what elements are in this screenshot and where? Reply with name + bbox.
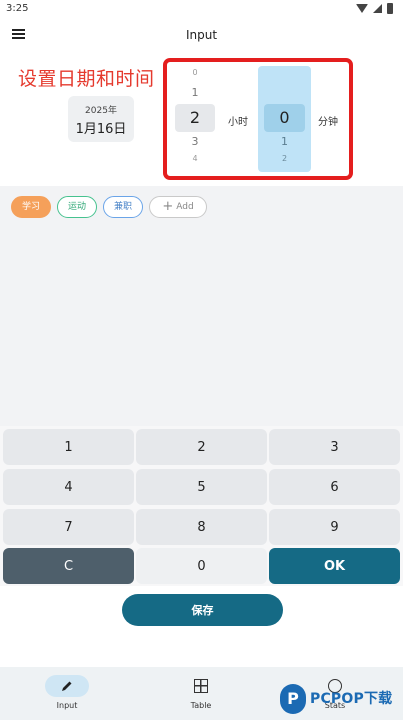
status-icons bbox=[356, 3, 393, 14]
table-grid-icon bbox=[194, 679, 208, 693]
tag-part-time[interactable]: 兼职 bbox=[103, 196, 143, 218]
key-3[interactable]: 3 bbox=[269, 429, 400, 465]
tag-sport[interactable]: 运动 bbox=[57, 196, 97, 218]
tags-area: 学习 运动 兼职 + Add bbox=[0, 186, 403, 426]
add-tag-label: Add bbox=[176, 202, 194, 212]
number-keypad: 1 2 3 4 5 6 7 8 9 C 0 OK bbox=[0, 426, 403, 586]
add-tag-button[interactable]: + Add bbox=[149, 196, 207, 218]
watermark-text: PCPOP下载 bbox=[310, 691, 393, 707]
key-4[interactable]: 4 bbox=[3, 469, 134, 505]
nav-label-table: Table bbox=[190, 701, 212, 710]
clear-button[interactable]: C bbox=[3, 548, 134, 584]
save-button[interactable]: 保存 bbox=[122, 594, 283, 626]
key-7[interactable]: 7 bbox=[3, 509, 134, 545]
battery-icon bbox=[387, 3, 393, 14]
plus-icon: + bbox=[162, 199, 174, 214]
tag-study[interactable]: 学习 bbox=[11, 196, 51, 218]
status-time: 3:25 bbox=[6, 3, 29, 14]
wifi-icon bbox=[356, 4, 368, 13]
nav-label-input: Input bbox=[56, 701, 78, 710]
pencil-icon bbox=[62, 681, 72, 691]
watermark-badge: P bbox=[280, 684, 306, 714]
status-bar: 3:25 bbox=[0, 0, 403, 18]
key-0[interactable]: 0 bbox=[136, 548, 267, 584]
watermark-logo: P PCPOP下载 bbox=[280, 684, 402, 718]
signal-icon bbox=[373, 4, 382, 13]
save-row: 保存 bbox=[0, 586, 403, 634]
nav-item-table[interactable]: Table bbox=[134, 667, 268, 720]
key-9[interactable]: 9 bbox=[269, 509, 400, 545]
key-8[interactable]: 8 bbox=[136, 509, 267, 545]
nav-item-input[interactable]: Input bbox=[0, 667, 134, 720]
date-year: 2025年 bbox=[85, 106, 117, 116]
date-day: 1月16日 bbox=[75, 122, 127, 137]
ok-button[interactable]: OK bbox=[269, 548, 400, 584]
key-1[interactable]: 1 bbox=[3, 429, 134, 465]
annotation-text: 设置日期和时间 bbox=[18, 68, 155, 90]
page-title: Input bbox=[185, 28, 218, 42]
key-2[interactable]: 2 bbox=[136, 429, 267, 465]
key-6[interactable]: 6 bbox=[269, 469, 400, 505]
time-picker-highlight-box bbox=[163, 58, 353, 180]
key-5[interactable]: 5 bbox=[136, 469, 267, 505]
date-card[interactable]: 2025年 1月16日 bbox=[68, 96, 134, 142]
app-bar: Input bbox=[0, 18, 403, 54]
